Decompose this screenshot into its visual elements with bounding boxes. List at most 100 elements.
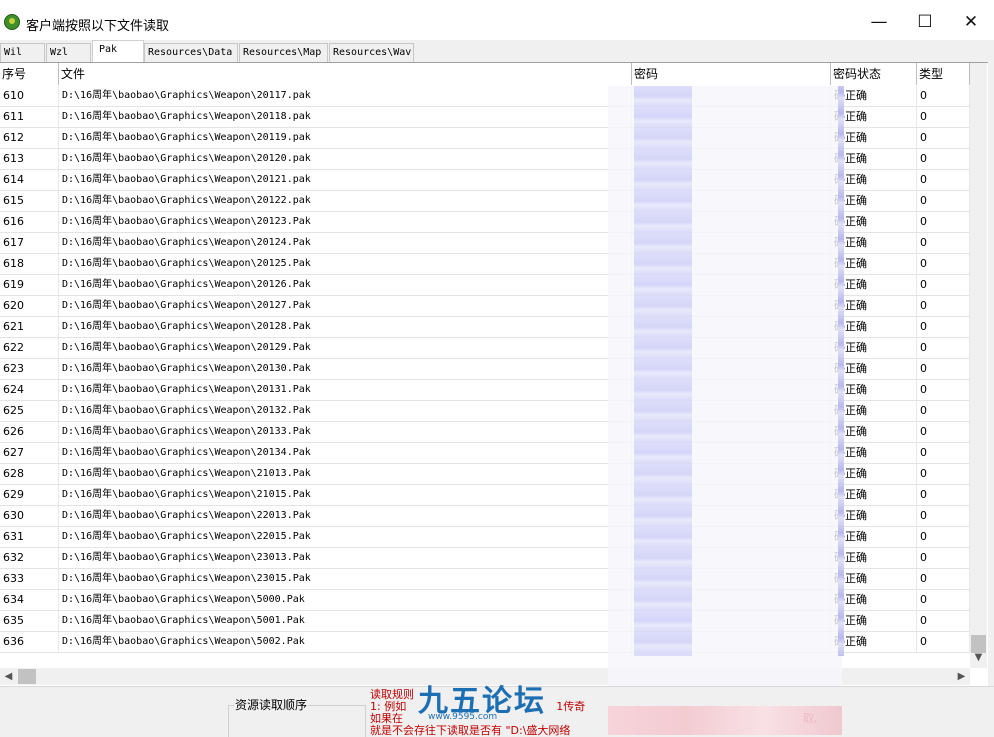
column-header-no[interactable]: 序号 <box>0 63 59 85</box>
tab-wil[interactable]: Wil <box>0 43 45 62</box>
column-header-password[interactable]: 密码 <box>632 63 831 85</box>
horizontal-scroll-thumb[interactable] <box>18 669 36 684</box>
vertical-scroll-thumb[interactable] <box>971 635 986 653</box>
cell-file: D:\16周年\baobao\Graphics\Weapon\20121.pak <box>59 170 632 190</box>
cell-no: 617 <box>0 233 59 253</box>
cell-no: 618 <box>0 254 59 274</box>
cell-no: 611 <box>0 107 59 127</box>
cell-no: 616 <box>0 212 59 232</box>
cell-no: 631 <box>0 527 59 547</box>
cell-file: D:\16周年\baobao\Graphics\Weapon\5000.Pak <box>59 590 632 610</box>
cell-type: 0 <box>917 149 970 169</box>
cell-type: 0 <box>917 548 970 568</box>
cell-no: 629 <box>0 485 59 505</box>
cell-type: 0 <box>917 212 970 232</box>
cell-type: 0 <box>917 632 970 652</box>
cell-type: 0 <box>917 464 970 484</box>
cell-file: D:\16周年\baobao\Graphics\Weapon\20128.Pak <box>59 317 632 337</box>
cell-file: D:\16周年\baobao\Graphics\Weapon\20130.Pak <box>59 359 632 379</box>
cell-no: 623 <box>0 359 59 379</box>
cell-type: 0 <box>917 422 970 442</box>
scroll-right-icon[interactable]: ▶ <box>953 668 970 685</box>
cell-no: 636 <box>0 632 59 652</box>
cell-file: D:\16周年\baobao\Graphics\Weapon\5001.Pak <box>59 611 632 631</box>
scroll-left-icon[interactable]: ◀ <box>0 668 17 685</box>
read-order-label: 资源读取顺序 <box>234 696 309 713</box>
cell-type: 0 <box>917 170 970 190</box>
tab-resources-map[interactable]: Resources\Map <box>239 43 328 62</box>
cell-file: D:\16周年\baobao\Graphics\Weapon\20131.Pak <box>59 380 632 400</box>
cell-type: 0 <box>917 590 970 610</box>
cell-type: 0 <box>917 401 970 421</box>
cell-file: D:\16周年\baobao\Graphics\Weapon\20129.Pak <box>59 338 632 358</box>
cell-file: D:\16周年\baobao\Graphics\Weapon\20127.Pak <box>59 296 632 316</box>
cell-no: 624 <box>0 380 59 400</box>
cell-type: 0 <box>917 338 970 358</box>
cell-no: 610 <box>0 86 59 106</box>
cell-file: D:\16周年\baobao\Graphics\Weapon\21013.Pak <box>59 464 632 484</box>
cell-file: D:\16周年\baobao\Graphics\Weapon\20118.pak <box>59 107 632 127</box>
cell-type: 0 <box>917 443 970 463</box>
cell-no: 627 <box>0 443 59 463</box>
cell-file: D:\16周年\baobao\Graphics\Weapon\20132.Pak <box>59 401 632 421</box>
rules-line-1-end: 1传奇 <box>556 700 586 713</box>
cell-file: D:\16周年\baobao\Graphics\Weapon\20125.Pak <box>59 254 632 274</box>
cell-type: 0 <box>917 485 970 505</box>
cell-type: 0 <box>917 86 970 106</box>
cell-type: 0 <box>917 569 970 589</box>
app-icon <box>4 14 20 30</box>
column-header-status[interactable]: 密码状态 <box>831 63 917 85</box>
window-title: 客户端按照以下文件读取 <box>26 19 170 34</box>
cell-type: 0 <box>917 527 970 547</box>
vertical-scrollbar[interactable]: ▼ <box>970 63 987 668</box>
cell-file: D:\16周年\baobao\Graphics\Weapon\20133.Pak <box>59 422 632 442</box>
cell-type: 0 <box>917 380 970 400</box>
cell-file: D:\16周年\baobao\Graphics\Weapon\20126.Pak <box>59 275 632 295</box>
cell-file: D:\16周年\baobao\Graphics\Weapon\22013.Pak <box>59 506 632 526</box>
cell-no: 613 <box>0 149 59 169</box>
forum-watermark-url: www.9595.com <box>428 712 498 722</box>
cell-no: 626 <box>0 422 59 442</box>
cell-file: D:\16周年\baobao\Graphics\Weapon\22015.Pak <box>59 527 632 547</box>
cell-type: 0 <box>917 317 970 337</box>
cell-no: 633 <box>0 569 59 589</box>
cell-file: D:\16周年\baobao\Graphics\Weapon\20122.pak <box>59 191 632 211</box>
column-header-type[interactable]: 类型 <box>917 63 970 85</box>
cell-file: D:\16周年\baobao\Graphics\Weapon\21015.Pak <box>59 485 632 505</box>
cell-type: 0 <box>917 296 970 316</box>
cell-file: D:\16周年\baobao\Graphics\Weapon\20134.Pak <box>59 443 632 463</box>
redacted-password-values <box>634 86 692 656</box>
cell-type: 0 <box>917 128 970 148</box>
cell-no: 621 <box>0 317 59 337</box>
maximize-icon[interactable]: ☐ <box>902 6 948 38</box>
minimize-icon[interactable]: — <box>856 6 902 38</box>
close-icon[interactable]: ✕ <box>948 6 994 38</box>
cell-type: 0 <box>917 254 970 274</box>
tab-resources-wav[interactable]: Resources\Wav <box>329 43 414 62</box>
tab-pak[interactable]: Pak <box>92 40 144 63</box>
cell-no: 619 <box>0 275 59 295</box>
cell-type: 0 <box>917 359 970 379</box>
cell-no: 635 <box>0 611 59 631</box>
tab-resources-data[interactable]: Resources\Data <box>144 43 238 62</box>
cell-type: 0 <box>917 611 970 631</box>
cell-no: 620 <box>0 296 59 316</box>
cell-no: 632 <box>0 548 59 568</box>
cell-no: 630 <box>0 506 59 526</box>
cell-file: D:\16周年\baobao\Graphics\Weapon\20117.pak <box>59 86 632 106</box>
list-header: 序号 文件 密码 密码状态 类型 <box>0 63 988 86</box>
cell-file: D:\16周年\baobao\Graphics\Weapon\20119.pak <box>59 128 632 148</box>
cell-type: 0 <box>917 107 970 127</box>
cell-file: D:\16周年\baobao\Graphics\Weapon\5002.Pak <box>59 632 632 652</box>
cell-type: 0 <box>917 191 970 211</box>
column-header-file[interactable]: 文件 <box>59 63 632 85</box>
cell-file: D:\16周年\baobao\Graphics\Weapon\20120.pak <box>59 149 632 169</box>
redacted-rules-area <box>608 706 842 735</box>
cell-no: 615 <box>0 191 59 211</box>
cell-type: 0 <box>917 275 970 295</box>
cell-no: 628 <box>0 464 59 484</box>
cell-no: 614 <box>0 170 59 190</box>
cell-no: 612 <box>0 128 59 148</box>
tab-wzl[interactable]: Wzl <box>46 43 91 62</box>
cell-file: D:\16周年\baobao\Graphics\Weapon\23015.Pak <box>59 569 632 589</box>
